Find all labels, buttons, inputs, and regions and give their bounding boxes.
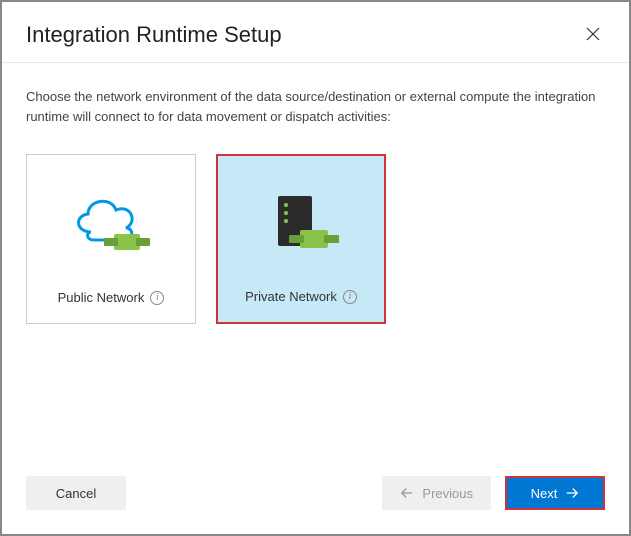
footer-right-group: Previous Next <box>382 476 605 510</box>
button-label: Next <box>531 486 558 501</box>
close-button[interactable] <box>581 22 605 46</box>
dialog-title: Integration Runtime Setup <box>26 22 282 48</box>
option-label: Private Network <box>245 289 337 304</box>
option-label: Public Network <box>58 290 145 305</box>
option-private-network[interactable]: Private Network i <box>216 154 386 324</box>
option-label-row: Public Network i <box>58 284 165 313</box>
server-network-icon <box>256 190 346 260</box>
cloud-network-icon <box>66 190 156 260</box>
option-icon-wrap <box>37 165 185 284</box>
previous-button[interactable]: Previous <box>382 476 491 510</box>
description-text: Choose the network environment of the da… <box>26 87 605 126</box>
dialog-footer: Cancel Previous Next <box>2 460 629 534</box>
button-label: Previous <box>422 486 473 501</box>
next-button[interactable]: Next <box>505 476 605 510</box>
dialog-header: Integration Runtime Setup <box>2 2 629 63</box>
option-label-row: Private Network i <box>245 283 357 312</box>
option-public-network[interactable]: Public Network i <box>26 154 196 324</box>
arrow-left-icon <box>400 486 414 500</box>
info-icon[interactable]: i <box>343 290 357 304</box>
info-icon[interactable]: i <box>150 291 164 305</box>
network-options: Public Network i <box>26 154 605 324</box>
integration-runtime-setup-dialog: Integration Runtime Setup Choose the net… <box>0 0 631 536</box>
dialog-body: Choose the network environment of the da… <box>2 63 629 460</box>
button-label: Cancel <box>56 486 96 501</box>
option-icon-wrap <box>228 166 374 283</box>
close-icon <box>585 26 601 42</box>
arrow-right-icon <box>565 486 579 500</box>
cancel-button[interactable]: Cancel <box>26 476 126 510</box>
